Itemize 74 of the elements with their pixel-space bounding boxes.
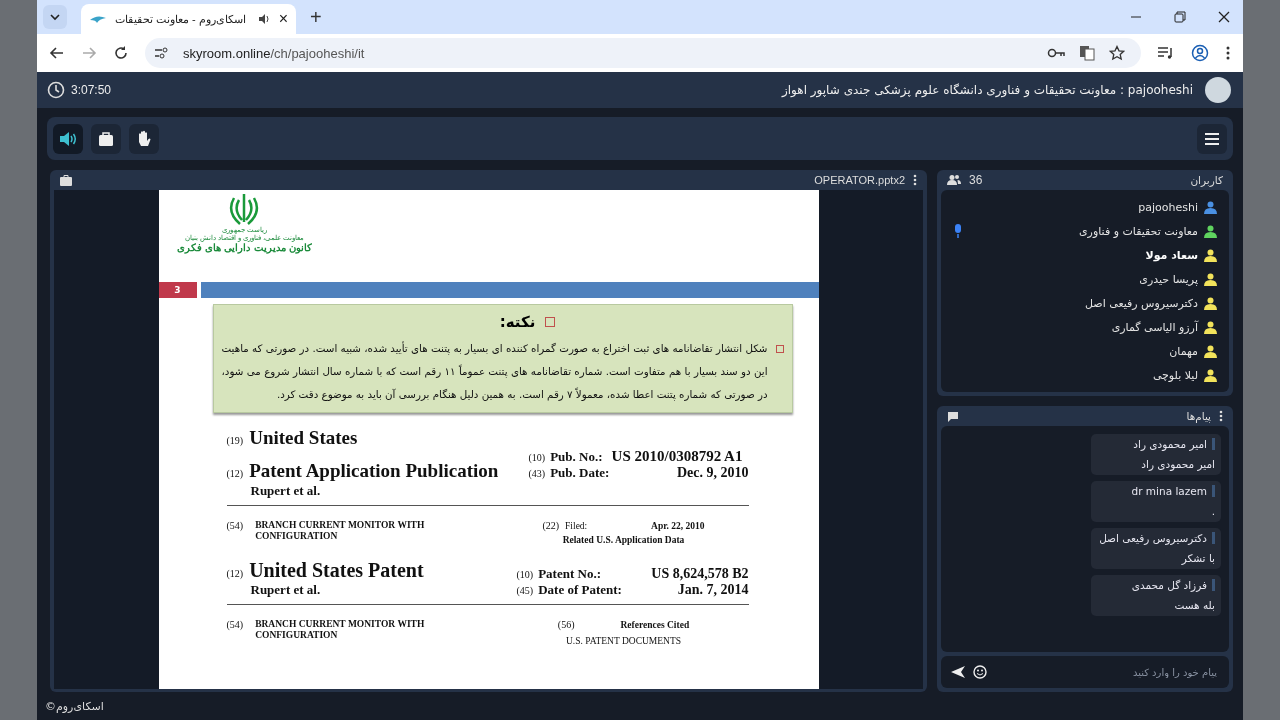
note-text: شکل انتشار تقاضانامه های ثبت اختراع به صورت گمراه کننده ای بسیار به پتنت های تأیید شده، شبیه است. در صورتی که ماهیت این دو سند بسیار با هم متفاوت است. شماره تقاضانامه های پتنت عموماً ۱۱ رقم است که با شماره سال انتشار شروع می شود، در صورتی که شماره پتنت اعطا شده، معمولاً ۷ رقم است. به همین دلیل هنگام بررسی آن باید به موضوع دقت کرد. bbox=[221, 340, 768, 403]
session-timer: 3:07:50 bbox=[71, 83, 112, 97]
code-label: (54) bbox=[226, 619, 244, 630]
message-input[interactable]: پیام خود را وارد کنید bbox=[995, 665, 1219, 679]
field-value: US 2010/0308792 A1 bbox=[611, 448, 743, 465]
section-heading: Related U.S. Application Data bbox=[562, 535, 685, 545]
message-text: بله هست bbox=[1174, 599, 1215, 612]
invention-title: BRANCH CURRENT MONITOR WITH CONFIGURATION bbox=[255, 619, 426, 641]
field-label: Patent No.: bbox=[538, 566, 601, 582]
user-item[interactable]: پریسا حیدری bbox=[941, 267, 1229, 291]
code-label: (56) bbox=[557, 619, 575, 630]
field-label: Date of Patent: bbox=[538, 582, 622, 598]
code-label: (12) bbox=[226, 468, 244, 479]
field-label: Pub. No.: bbox=[550, 449, 603, 465]
panel-title: کاربران bbox=[1190, 174, 1223, 186]
message-sender: امیر محمودی راد bbox=[1133, 438, 1215, 450]
close-tab-button[interactable]: × bbox=[278, 10, 288, 28]
code-label: (43) bbox=[528, 468, 546, 479]
field-value: Apr. 22, 2010 bbox=[651, 521, 705, 531]
user-name: لیلا بلوچی bbox=[1152, 368, 1198, 382]
panel-title: پیام‌ها bbox=[1186, 410, 1211, 422]
document-type: United States Patent bbox=[249, 559, 424, 582]
code-label: (54) bbox=[226, 520, 244, 531]
user-name: پریسا حیدری bbox=[1139, 272, 1198, 286]
message-field[interactable]: پیام خود را وارد کنید bbox=[941, 656, 1229, 688]
room-title: pajooheshi : معاونت تحقیقات و فناوری دانشگاه علوم پزشکی جندی شاپور اهواز bbox=[781, 83, 1193, 97]
section-heading: References Cited bbox=[620, 620, 690, 630]
code-label: (10) bbox=[528, 452, 546, 463]
message-text: با تشکر bbox=[1181, 552, 1215, 565]
new-tab-button[interactable]: + bbox=[310, 5, 322, 29]
invention-title: BRANCH CURRENT MONITOR WITH CONFIGURATION bbox=[255, 520, 426, 542]
code-label: (19) bbox=[226, 435, 244, 446]
message-sender: دکترسیروس رفیعی اصل bbox=[1099, 532, 1215, 544]
message-sender: dr mina lazem bbox=[1131, 485, 1215, 497]
user-item[interactable]: لیلا بلوچی bbox=[941, 363, 1229, 387]
field-value: Dec. 9, 2010 bbox=[676, 465, 749, 481]
inventor-text: Rupert et al. bbox=[250, 582, 322, 598]
country-heading: United States bbox=[249, 427, 358, 448]
user-item[interactable]: آرزو الیاسی گماری bbox=[941, 315, 1229, 339]
code-label: (22) bbox=[542, 520, 560, 531]
logo-text: کانون مدیریت دارایی های فکری bbox=[176, 242, 313, 253]
copyright-text: ©اسکای‌روم bbox=[45, 699, 104, 713]
browser-tab[interactable]: اسکای‌روم - معاونت تحقیقات × bbox=[81, 4, 296, 34]
user-item[interactable]: سعاد مولا bbox=[941, 243, 1229, 267]
user-name: آرزو الیاسی گماری bbox=[1111, 320, 1198, 334]
message-sender: فرزاد گل محمدی bbox=[1131, 579, 1215, 591]
slide-number: 3 bbox=[158, 282, 197, 298]
document-type: Patent Application Publication bbox=[249, 460, 499, 481]
code-label: (10) bbox=[516, 569, 534, 580]
field-value: Jan. 7, 2014 bbox=[677, 582, 749, 598]
user-name: معاونت تحقیقات و فناوری bbox=[1079, 224, 1198, 238]
user-item[interactable]: دکترسیروس رفیعی اصل bbox=[941, 291, 1229, 315]
user-count: 36 bbox=[969, 173, 983, 187]
message-text: . bbox=[1211, 505, 1215, 518]
code-label: (45) bbox=[516, 585, 534, 596]
user-item[interactable]: معاونت تحقیقات و فناوری bbox=[941, 219, 1229, 243]
address-bar[interactable]: skyroom.online/ch/pajooheshi/it bbox=[145, 38, 1141, 68]
code-label: (12) bbox=[226, 568, 244, 579]
user-name: مهمان bbox=[1169, 344, 1198, 358]
url-text: skyroom.online/ch/pajooheshi/it bbox=[183, 45, 365, 61]
field-value: US 8,624,578 B2 bbox=[651, 566, 749, 582]
section-subheading: U.S. PATENT DOCUMENTS bbox=[565, 636, 682, 646]
file-name: OPERATOR.pptx2 bbox=[814, 174, 905, 186]
note-title: نکته: bbox=[499, 313, 536, 331]
user-name: دکترسیروس رفیعی اصل bbox=[1085, 296, 1198, 310]
tab-title: اسکای‌روم - معاونت تحقیقات bbox=[115, 12, 247, 26]
field-label: Filed: bbox=[565, 521, 589, 531]
user-name: سعاد مولا bbox=[1145, 248, 1198, 262]
inventor-text: Rupert et al. bbox=[250, 483, 321, 498]
field-label: Pub. Date: bbox=[550, 465, 610, 481]
user-item[interactable]: مهمان bbox=[941, 339, 1229, 363]
user-name: pajooheshi bbox=[1138, 200, 1198, 214]
message-text: امیر محمودی راد bbox=[1141, 458, 1215, 471]
user-item[interactable]: pajooheshi bbox=[941, 195, 1229, 219]
